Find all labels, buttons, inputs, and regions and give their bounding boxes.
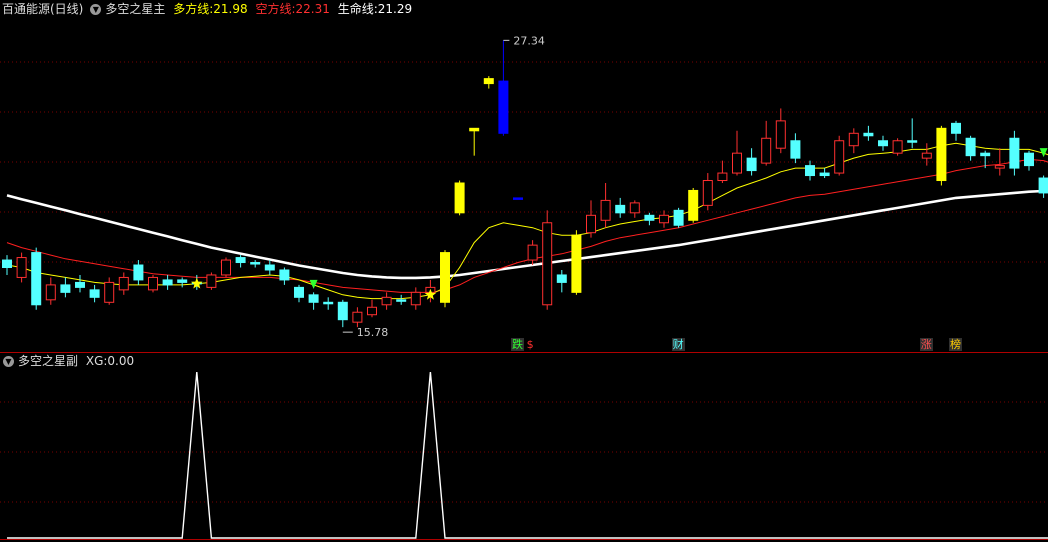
candle — [936, 127, 947, 182]
candle — [396, 299, 407, 302]
candle — [1009, 137, 1020, 169]
candle — [571, 234, 582, 293]
candle — [702, 180, 713, 206]
candle — [308, 294, 319, 303]
candle — [1024, 152, 1034, 167]
chevron-down-icon[interactable]: ▼ — [90, 4, 102, 15]
candle — [498, 80, 509, 134]
signal-tag[interactable]: 榜 — [949, 338, 962, 351]
candle — [16, 257, 27, 278]
candle — [381, 296, 392, 306]
candle — [60, 284, 71, 293]
candle — [2, 259, 12, 269]
candle — [907, 140, 918, 143]
candle — [688, 189, 699, 221]
xg-value: 0.00 — [107, 354, 135, 368]
candle — [148, 276, 158, 291]
sub-indicator-name[interactable]: 多空之星副 — [18, 354, 78, 368]
candle — [250, 262, 261, 265]
bear-line-value: 22.31 — [295, 2, 330, 16]
life-line-label: 生命线: — [337, 2, 378, 16]
candle — [615, 204, 626, 214]
high-price-label: 27.34 — [513, 34, 545, 47]
signal-tag[interactable]: 财 — [671, 338, 685, 351]
candle — [556, 274, 567, 283]
candle — [1038, 177, 1048, 194]
candle — [542, 222, 553, 306]
candle — [440, 252, 450, 303]
candle — [892, 140, 903, 154]
candle — [162, 279, 173, 286]
candle — [469, 127, 480, 132]
candle — [337, 301, 348, 321]
candle — [834, 140, 845, 174]
bull-line-value: 21.98 — [213, 2, 248, 16]
candle — [454, 182, 465, 214]
bear-line-label: 空方线: — [255, 2, 296, 16]
candle — [805, 165, 815, 177]
low-price-label: 15.78 — [357, 326, 389, 339]
candle — [89, 289, 100, 298]
candle — [761, 137, 772, 164]
candle — [206, 274, 217, 288]
candle — [600, 199, 611, 221]
candle — [410, 291, 421, 306]
candle — [629, 202, 640, 214]
candle — [45, 284, 56, 301]
main-header: 百通能源(日线) ▼ 多空之星主 多方线:21.98 空方线:22.31 生命线:2… — [0, 0, 416, 18]
candle — [863, 132, 874, 137]
candle — [279, 269, 290, 281]
candle — [921, 152, 932, 159]
candle — [367, 306, 377, 316]
candle — [819, 172, 830, 177]
candle — [235, 257, 246, 264]
candle — [323, 301, 334, 305]
signal-tag[interactable]: 涨 — [919, 338, 933, 351]
bull-line — [6, 142, 1048, 300]
candle — [980, 152, 991, 157]
life-line — [6, 189, 1048, 280]
bear-line — [6, 158, 1048, 293]
signal-tag[interactable]: $ — [525, 338, 535, 351]
candle — [221, 259, 231, 276]
candle — [965, 137, 976, 157]
candle — [732, 152, 742, 174]
candle — [31, 252, 42, 306]
main-indicator-name[interactable]: 多空之星主 — [105, 2, 165, 16]
candle — [118, 276, 129, 291]
candle — [717, 172, 728, 182]
candle — [527, 244, 538, 261]
stock-name: 百通能源(日线) — [2, 2, 84, 16]
candle — [746, 157, 757, 172]
sub-header: ▼ 多空之星副 XG:0.00 — [0, 352, 138, 370]
candle — [177, 279, 188, 283]
candle — [848, 132, 859, 147]
candle — [264, 264, 275, 271]
candle — [352, 311, 363, 323]
candle — [483, 78, 494, 85]
chevron-down-icon[interactable]: ▼ — [3, 356, 14, 367]
candle — [644, 214, 655, 221]
life-line-value: 21.29 — [377, 2, 413, 16]
candle — [951, 122, 961, 134]
candle — [294, 286, 304, 298]
candle — [775, 120, 786, 149]
candle — [133, 264, 144, 281]
candle — [994, 165, 1005, 169]
signal-tag[interactable]: 跌 — [511, 338, 524, 351]
bull-line-label: 多方线: — [173, 2, 214, 16]
candle — [513, 197, 523, 200]
xg-line — [7, 371, 1048, 539]
candle — [104, 281, 115, 303]
candle — [673, 209, 684, 226]
candle — [878, 140, 888, 147]
xg-label: XG: — [85, 354, 108, 368]
candle — [586, 214, 596, 234]
candle — [75, 281, 85, 288]
chart-canvas[interactable]: 27.34 15.78 — [0, 0, 1048, 542]
candle — [659, 214, 669, 224]
candle — [790, 140, 801, 159]
